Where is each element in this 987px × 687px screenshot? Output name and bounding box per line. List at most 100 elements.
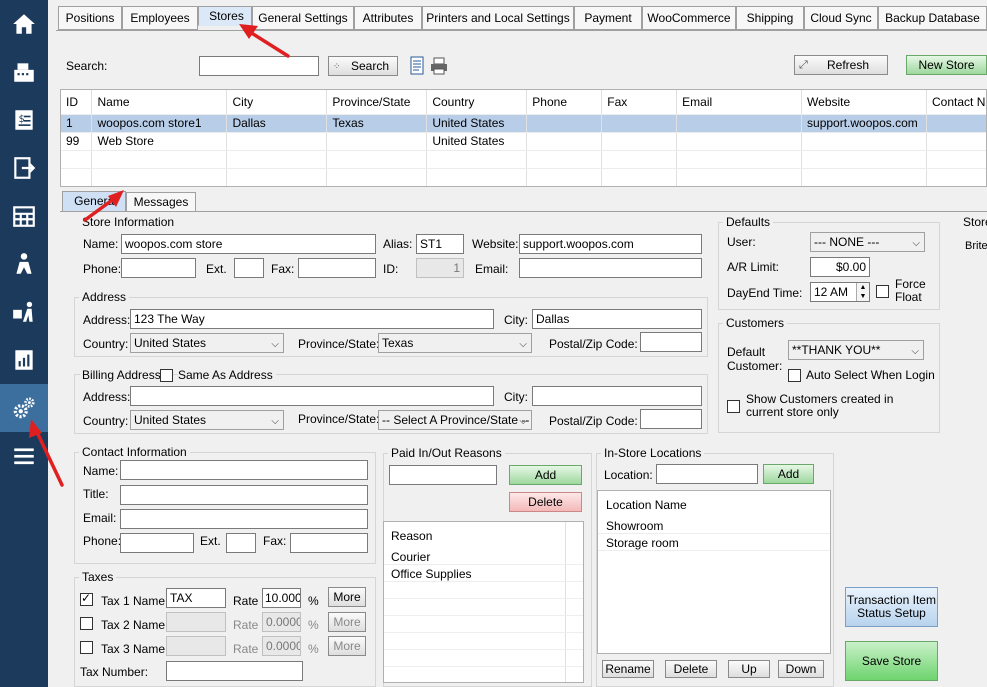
store-name-field[interactable]: woopos.com store — [121, 234, 376, 254]
menu-icon[interactable] — [0, 432, 48, 480]
tab-cloud-sync[interactable]: Cloud Sync — [804, 6, 878, 30]
move-up-button[interactable]: Up — [728, 660, 770, 678]
province-select[interactable]: Texas ⌵ — [378, 333, 532, 353]
list-item[interactable]: Storage room — [606, 536, 679, 550]
home-icon[interactable] — [0, 0, 48, 48]
grid-header[interactable]: City — [226, 90, 328, 115]
tax2-checkbox[interactable] — [80, 617, 93, 630]
tax1-checkbox[interactable] — [80, 591, 93, 606]
list-item[interactable]: Showroom — [606, 519, 663, 533]
table-row[interactable]: 1 woopos.com store1 Dallas Texas United … — [61, 114, 986, 133]
tab-general[interactable]: General — [62, 191, 126, 212]
same-as-address-checkbox[interactable] — [160, 369, 173, 382]
delivery-icon[interactable] — [0, 288, 48, 336]
alias-field[interactable]: ST1 — [416, 234, 464, 254]
document-icon[interactable] — [409, 56, 425, 76]
tab-stores[interactable]: Stores — [198, 6, 252, 26]
user-select[interactable]: --- NONE --- ⌵ — [810, 232, 925, 252]
tab-employees[interactable]: Employees — [122, 6, 198, 30]
grid-header[interactable]: Contact Na — [926, 90, 986, 115]
reason-input[interactable] — [389, 465, 497, 485]
grid-cell: support.woopos.com — [801, 114, 928, 133]
default-customer-select[interactable]: **THANK YOU** ⌵ — [788, 340, 924, 360]
tab-printers[interactable]: Printers and Local Settings — [422, 6, 574, 30]
grid-header[interactable]: ID — [61, 90, 93, 115]
spinner-arrows-icon[interactable]: ▲ ▼ — [856, 283, 869, 301]
tax1-name-field[interactable]: TAX — [166, 588, 226, 608]
contact-title-field[interactable] — [120, 485, 368, 505]
billing-country-select[interactable]: United States ⌵ — [130, 410, 284, 430]
address-field[interactable]: 123 The Way — [130, 309, 494, 329]
list-item[interactable]: Courier — [391, 550, 430, 564]
tab-attributes[interactable]: Attributes — [354, 6, 422, 30]
billing-province-select[interactable]: -- Select A Province/State -- ⌵ — [378, 410, 532, 430]
settings-gears-icon[interactable] — [0, 384, 48, 432]
auto-select-checkbox[interactable] — [788, 369, 801, 382]
tax1-rate-field[interactable]: 10.000 — [262, 588, 301, 608]
new-store-button[interactable]: New Store — [906, 55, 987, 75]
printer-icon[interactable] — [429, 56, 449, 76]
ar-limit-field[interactable]: $0.00 — [810, 257, 870, 277]
tax1-more-button[interactable]: More — [328, 587, 366, 607]
country-select[interactable]: United States ⌵ — [130, 333, 284, 353]
add-reason-button[interactable]: Add — [509, 465, 582, 485]
user-value: --- NONE --- — [814, 235, 880, 249]
inventory-icon[interactable] — [0, 192, 48, 240]
dayend-time-spinner[interactable]: 12 AM ▲ ▼ — [810, 282, 870, 302]
postal-field[interactable] — [640, 332, 702, 352]
report-icon[interactable] — [0, 336, 48, 384]
location-input[interactable] — [656, 464, 758, 484]
tab-backup-database[interactable]: Backup Database — [878, 6, 987, 30]
rename-location-button[interactable]: Rename — [602, 660, 654, 678]
tab-shipping[interactable]: Shipping — [736, 6, 804, 30]
billing-city-field[interactable] — [532, 386, 702, 406]
refresh-button[interactable]: ⤢ Refresh — [794, 55, 888, 75]
search-button[interactable]: ⁘ Search — [328, 56, 398, 76]
search-input[interactable] — [199, 56, 319, 76]
show-customers-checkbox[interactable] — [727, 400, 740, 413]
tax3-more-button[interactable]: More — [328, 636, 366, 656]
billing-address-field[interactable] — [130, 386, 494, 406]
list-item[interactable]: Office Supplies — [391, 567, 472, 581]
fax-field[interactable] — [298, 258, 376, 278]
contact-ext-field[interactable] — [226, 533, 256, 553]
contact-phone-field[interactable] — [120, 533, 194, 553]
grid-header[interactable]: Website — [801, 90, 928, 115]
add-location-button[interactable]: Add — [763, 464, 814, 484]
tab-messages[interactable]: Messages — [126, 192, 196, 212]
transaction-status-button[interactable]: Transaction Item Status Setup — [845, 587, 938, 627]
save-store-button[interactable]: Save Store — [845, 641, 938, 681]
tab-general-settings[interactable]: General Settings — [252, 6, 354, 30]
tax3-checkbox[interactable] — [80, 641, 93, 654]
delete-location-button[interactable]: Delete — [665, 660, 717, 678]
billing-postal-field[interactable] — [640, 409, 702, 429]
ext-field[interactable] — [234, 258, 264, 278]
contact-email-field[interactable] — [120, 509, 368, 529]
grid-header[interactable]: Phone — [526, 90, 603, 115]
phone-field[interactable] — [121, 258, 196, 278]
contact-fax-field[interactable] — [290, 533, 368, 553]
website-field[interactable]: support.woopos.com — [519, 234, 702, 254]
grid-header[interactable]: Fax — [601, 90, 678, 115]
grid-header[interactable]: Email — [676, 90, 803, 115]
delete-reason-button[interactable]: Delete — [509, 492, 582, 512]
table-row[interactable]: 99 Web Store United States — [61, 132, 986, 151]
tab-payment[interactable]: Payment — [574, 6, 642, 30]
grid-header[interactable]: Province/State — [326, 90, 428, 115]
invoice-icon[interactable]: $ — [0, 96, 48, 144]
move-down-button[interactable]: Down — [778, 660, 824, 678]
tax3-rate-field: 0.0000 — [262, 636, 301, 656]
tab-positions[interactable]: Positions — [58, 6, 122, 30]
grid-header[interactable]: Name — [91, 90, 228, 115]
tab-woocommerce[interactable]: WooCommerce — [642, 6, 736, 30]
grid-header[interactable]: Country — [426, 90, 528, 115]
tax-number-field[interactable] — [166, 661, 303, 681]
customer-icon[interactable] — [0, 240, 48, 288]
email-field[interactable] — [519, 258, 702, 278]
tax2-more-button[interactable]: More — [328, 612, 366, 632]
export-icon[interactable] — [0, 144, 48, 192]
force-float-checkbox[interactable] — [876, 285, 889, 298]
city-field[interactable]: Dallas — [532, 309, 702, 329]
contact-name-field[interactable] — [120, 460, 368, 480]
register-icon[interactable] — [0, 48, 48, 96]
